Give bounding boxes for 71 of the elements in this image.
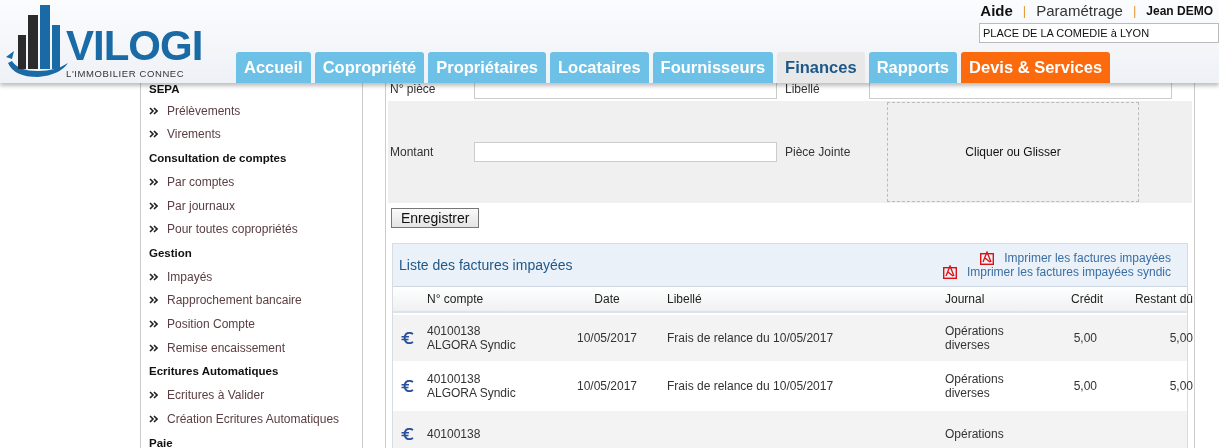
double-chevron-icon <box>149 414 158 423</box>
pdf-icon <box>942 265 957 279</box>
field-label: Montant <box>390 145 435 159</box>
column-header: N° compte <box>427 292 485 306</box>
column-header: Journal <box>945 292 986 306</box>
sidebar-link[interactable]: Impayés <box>167 269 213 284</box>
euro-icon <box>401 380 415 392</box>
euro-icon <box>401 428 415 440</box>
save-button[interactable]: Enregistrer <box>391 208 480 228</box>
print-link[interactable]: Imprimer les factures impayées <box>1004 251 1171 265</box>
label-cell: Frais de relance du 10/05/2017 <box>667 331 834 345</box>
journal-cell-text: Opérations diverses <box>945 324 1005 352</box>
input-field[interactable] <box>474 142 777 162</box>
double-chevron-icon <box>149 296 158 305</box>
print-link[interactable]: Imprimer les factures impayées syndic <box>966 265 1171 279</box>
sidebar-link[interactable]: Par journaux <box>167 198 236 213</box>
logo-tagline: L'IMMOBILIER CONNEC <box>66 68 186 79</box>
header-link[interactable]: Paramétrage <box>1036 2 1123 20</box>
sidebar-section-title: Consultation de comptes <box>149 151 288 167</box>
column-header: Libellé <box>666 292 703 306</box>
account-cell-text: 40100138 ALGORA Syndic <box>427 324 517 352</box>
sidebar-section-title: Ecritures Automatiques <box>149 364 280 380</box>
double-chevron-icon <box>149 130 158 139</box>
label-cell: Frais de relance du 10/05/2017 <box>667 379 834 393</box>
journal-cell-text: Opérations diverses <box>945 372 1005 400</box>
user-name[interactable]: Jean DEMO <box>1146 3 1213 18</box>
table-title: Liste des factures impayées <box>399 257 573 273</box>
sidebar-link[interactable]: Ecritures à Valider <box>167 388 265 403</box>
pdf-icon <box>980 251 995 265</box>
sidebar-link[interactable]: Rapprochement bancaire <box>167 293 302 308</box>
double-chevron-icon <box>149 391 158 400</box>
column-header: Crédit <box>1070 292 1104 306</box>
double-chevron-icon <box>149 106 158 115</box>
sidebar-link[interactable]: Pour toutes copropriétés <box>167 222 298 237</box>
sidebar-link[interactable]: Virements <box>167 127 221 142</box>
account-cell-text: 40100138 <box>427 427 482 441</box>
journal-cell-text: Opérations <box>945 427 1005 441</box>
sidebar-section-title: Paie <box>149 435 174 448</box>
sidebar-section-title: SEPA <box>149 83 181 97</box>
remaining-cell: 5,00 <box>1169 379 1193 393</box>
column-header: Restant dû <box>1133 292 1193 306</box>
credit-cell: 5,00 <box>1073 379 1097 393</box>
file-drop-zone[interactable]: Cliquer ou Glisser <box>887 102 1139 202</box>
double-chevron-icon <box>149 343 158 352</box>
field-label: Pièce Jointe <box>785 145 852 159</box>
remaining-cell: 5,00 <box>1169 331 1193 345</box>
property-field[interactable]: PLACE DE LA COMEDIE à LYON <box>979 23 1219 44</box>
column-header: Date <box>593 292 621 306</box>
logo-wordmark: VILOGI <box>66 24 203 68</box>
double-chevron-icon <box>149 272 158 281</box>
field-label: N° pièce <box>390 82 437 96</box>
double-chevron-icon <box>149 201 158 210</box>
sidebar-link[interactable]: Création Ecritures Automatiques <box>167 411 340 426</box>
double-chevron-icon <box>149 178 158 186</box>
link-separator: | <box>1022 3 1027 19</box>
double-chevron-icon <box>149 225 158 234</box>
field-label: Libellé <box>785 82 821 96</box>
double-chevron-icon <box>149 319 158 328</box>
account-cell-text: 40100138 ALGORA Syndic <box>427 372 517 400</box>
link-separator: | <box>1132 3 1137 19</box>
sidebar-link[interactable]: Remise encaissement <box>167 340 286 355</box>
date-cell: 10/05/2017 <box>576 379 638 393</box>
sidebar-section-title: Gestion <box>149 245 193 261</box>
header-link[interactable]: Aide <box>980 2 1013 20</box>
sidebar-link[interactable]: Position Compte <box>167 316 256 331</box>
date-cell: 10/05/2017 <box>576 331 638 345</box>
sidebar-link[interactable]: Prélèvements <box>167 103 241 118</box>
credit-cell: 5,00 <box>1073 331 1097 345</box>
euro-icon <box>401 332 415 344</box>
sidebar-link[interactable]: Par comptes <box>167 175 235 189</box>
nav-tab[interactable]: Finances <box>777 52 865 83</box>
